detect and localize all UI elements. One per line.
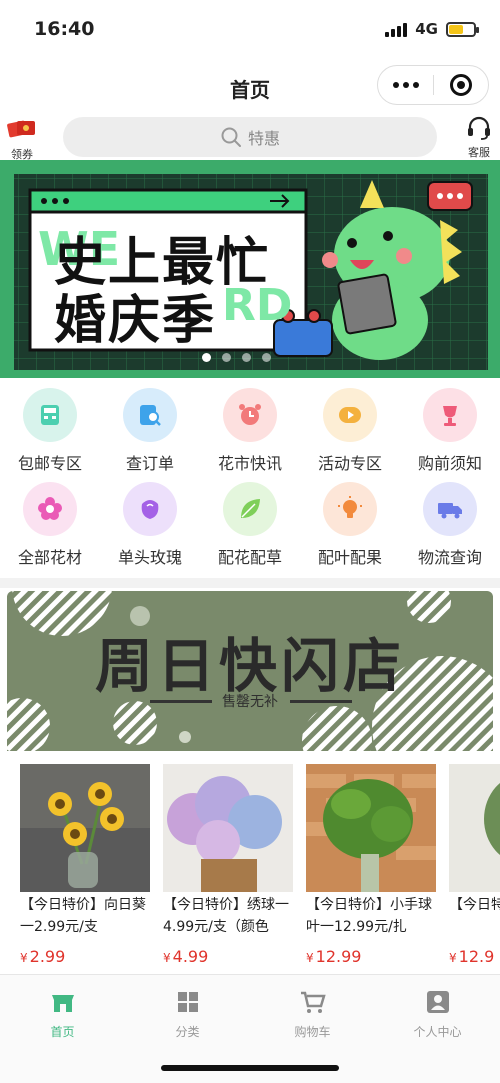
- product-price: ¥12.99: [306, 947, 436, 966]
- quick-entry-label: 配花配草: [217, 548, 282, 567]
- quick-entry-label: 活动专区: [317, 454, 382, 473]
- promo-banner[interactable]: WE RD 史上最忙 婚庆季: [0, 160, 500, 378]
- currency-symbol: ¥: [306, 951, 314, 965]
- section-divider: [0, 578, 500, 588]
- close-mini-program-icon[interactable]: [434, 74, 488, 96]
- quick-entry-item[interactable]: 查订单: [100, 388, 200, 474]
- quick-entry-item[interactable]: 配花配草: [200, 482, 300, 568]
- service-label: 客服: [468, 146, 490, 159]
- trophy-icon: [423, 388, 477, 442]
- status-indicators: 4G: [385, 20, 479, 38]
- order-search-icon: [123, 388, 177, 442]
- flash-sale-banner[interactable]: 周日快闪店 售罄无补: [7, 591, 493, 751]
- person-icon: [375, 987, 500, 1017]
- quick-entry-label: 单头玫瑰: [117, 548, 182, 567]
- sunflower-photo: [20, 764, 150, 892]
- banner-dot[interactable]: [222, 353, 231, 362]
- product-name: 【今日特价】绣球一4.99元/支（颜色: [163, 897, 289, 935]
- quick-entry-label: 配叶配果: [317, 548, 382, 567]
- quick-entry-item[interactable]: 物流查询: [400, 482, 500, 568]
- quick-entry-label: 全部花材: [17, 548, 82, 567]
- banner-dot[interactable]: [202, 353, 211, 362]
- olive-photo: [449, 764, 500, 892]
- greenery-photo: [306, 764, 436, 892]
- store-icon: [0, 987, 125, 1017]
- alarm-clock-icon: [223, 388, 277, 442]
- search-icon: [221, 127, 241, 147]
- quick-entry-label: 包邮专区: [17, 454, 82, 473]
- price-value: 2.99: [29, 947, 66, 966]
- customer-service-button[interactable]: 客服: [460, 116, 498, 160]
- home-indicator: [161, 1065, 339, 1071]
- product-card[interactable]: 【今日特价】叶一12 ¥12.9: [449, 764, 500, 966]
- product-card[interactable]: 【今日特价】绣球一4.99元/支（颜色 ¥4.99: [163, 764, 293, 966]
- product-price: ¥4.99: [163, 947, 293, 966]
- currency-symbol: ¥: [449, 951, 457, 965]
- price-value: 12.9: [458, 947, 495, 966]
- calculator-icon: [23, 388, 77, 442]
- cart-icon: [250, 987, 375, 1017]
- grid-icon: [125, 987, 250, 1017]
- leaf-icon: [223, 482, 277, 536]
- currency-symbol: ¥: [20, 951, 28, 965]
- quick-entry-item[interactable]: 购前须知: [400, 388, 500, 474]
- quick-entry-item[interactable]: 全部花材: [0, 482, 100, 568]
- banner-headline-2: 婚庆季: [54, 291, 217, 351]
- search-input[interactable]: 特惠: [63, 117, 437, 157]
- hydrangea-photo: [163, 764, 293, 892]
- product-name: 【今日特价】小手球叶一12.99元/扎: [306, 897, 432, 935]
- quick-entry-item[interactable]: 包邮专区: [0, 388, 100, 474]
- rose-icon: [123, 482, 177, 536]
- banner-dot[interactable]: [242, 353, 251, 362]
- battery-icon: [446, 21, 479, 37]
- quick-entry-label: 购前须知: [417, 454, 482, 473]
- headset-icon: [468, 116, 490, 140]
- banner-dot[interactable]: [262, 353, 271, 362]
- more-icon[interactable]: [378, 82, 433, 88]
- product-card[interactable]: 【今日特价】向日葵一2.99元/支 ¥2.99: [20, 764, 150, 966]
- tab-item[interactable]: 个人中心: [375, 987, 500, 1040]
- video-icon: [323, 388, 377, 442]
- product-name: 【今日特价】向日葵一2.99元/支: [20, 897, 146, 935]
- quick-entry-label: 花市快讯: [217, 454, 282, 473]
- signal-icon: [385, 21, 408, 37]
- tab-label: 购物车: [294, 1025, 331, 1039]
- product-name: 【今日特价】叶一12: [449, 897, 500, 913]
- tab-label: 个人中心: [413, 1025, 462, 1039]
- quick-entry-label: 物流查询: [417, 548, 482, 567]
- status-time: 16:40: [34, 18, 95, 40]
- mini-program-capsule: [377, 65, 489, 105]
- lightbulb-icon: [323, 482, 377, 536]
- product-price: ¥12.9: [449, 947, 500, 966]
- currency-symbol: ¥: [163, 951, 171, 965]
- product-card[interactable]: 【今日特价】小手球叶一12.99元/扎 ¥12.99: [306, 764, 436, 966]
- price-value: 4.99: [172, 947, 209, 966]
- price-value: 12.99: [315, 947, 362, 966]
- quick-entry-item[interactable]: 花市快讯: [200, 388, 300, 474]
- network-type: 4G: [415, 20, 438, 38]
- status-bar: 16:40 4G: [0, 0, 500, 60]
- quick-entry-item[interactable]: 单头玫瑰: [100, 482, 200, 568]
- product-carousel[interactable]: 【今日特价】向日葵一2.99元/支 ¥2.99 【今日特价】绣球一4.99元/支…: [0, 751, 500, 973]
- product-price: ¥2.99: [20, 947, 150, 966]
- tab-item[interactable]: 首页: [0, 987, 125, 1040]
- quick-entry-item[interactable]: 配叶配果: [300, 482, 400, 568]
- coupon-icon: [7, 120, 35, 138]
- flower-icon: [23, 482, 77, 536]
- quick-entry-item[interactable]: 活动专区: [300, 388, 400, 474]
- tab-item[interactable]: 分类: [125, 987, 250, 1040]
- flash-sale-subtitle: 售罄无补: [222, 694, 278, 710]
- tab-item[interactable]: 购物车: [250, 987, 375, 1040]
- banner-pagination: [202, 353, 271, 362]
- flash-sale-line-right: [290, 700, 352, 703]
- coupon-button[interactable]: 领券: [4, 116, 40, 162]
- tab-label: 首页: [50, 1025, 75, 1039]
- tab-label: 分类: [175, 1025, 200, 1039]
- search-placeholder: 特惠: [247, 129, 280, 148]
- truck-icon: [423, 482, 477, 536]
- quick-entry-label: 查订单: [125, 454, 174, 473]
